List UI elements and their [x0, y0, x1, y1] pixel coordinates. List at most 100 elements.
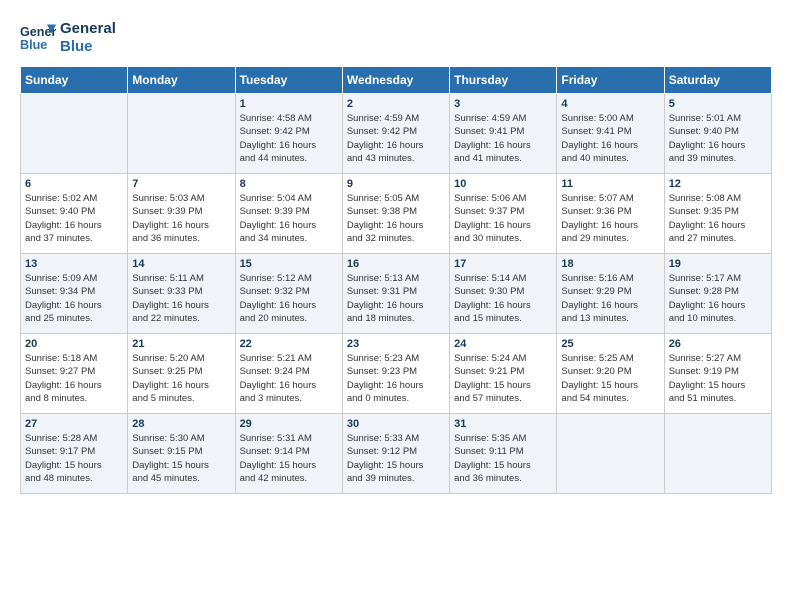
day-header-tuesday: Tuesday [235, 67, 342, 94]
calendar-cell: 21Sunrise: 5:20 AM Sunset: 9:25 PM Dayli… [128, 334, 235, 414]
day-number: 29 [240, 418, 338, 430]
day-number: 26 [669, 338, 767, 350]
day-info: Sunrise: 5:30 AM Sunset: 9:15 PM Dayligh… [132, 432, 230, 485]
day-info: Sunrise: 5:07 AM Sunset: 9:36 PM Dayligh… [561, 192, 659, 245]
calendar-cell: 16Sunrise: 5:13 AM Sunset: 9:31 PM Dayli… [342, 254, 449, 334]
day-info: Sunrise: 5:01 AM Sunset: 9:40 PM Dayligh… [669, 112, 767, 165]
logo: General Blue GeneralBlue [20, 20, 116, 56]
calendar-cell: 10 Sunrise: 5:06 AM Sunset: 9:37 PM Dayli… [450, 174, 557, 254]
day-number: 11 [561, 178, 659, 190]
svg-text:Blue: Blue [20, 38, 47, 52]
day-info: Sunrise: 5:24 AM Sunset: 9:21 PM Dayligh… [454, 352, 552, 405]
day-info: Sunrise: 5:20 AM Sunset: 9:25 PM Dayligh… [132, 352, 230, 405]
calendar-cell: 1 Sunrise: 4:58 AM Sunset: 9:42 PM Daylig… [235, 94, 342, 174]
day-info: Sunrise: 5:04 AM Sunset: 9:39 PM Dayligh… [240, 192, 338, 245]
day-info: Sunrise: 5:08 AM Sunset: 9:35 PM Dayligh… [669, 192, 767, 245]
day-number: 24 [454, 338, 552, 350]
calendar-table: SundayMondayTuesdayWednesdayThursdayFrid… [20, 66, 772, 494]
calendar-cell: 11 Sunrise: 5:07 AM Sunset: 9:36 PM Dayli… [557, 174, 664, 254]
calendar-cell [21, 94, 128, 174]
day-number: 18 [561, 258, 659, 270]
day-info: Sunrise: 5:02 AM Sunset: 9:40 PM Dayligh… [25, 192, 123, 245]
calendar-week-2: 6Sunrise: 5:02 AM Sunset: 9:40 PM Daylig… [21, 174, 772, 254]
day-info: Sunrise: 4:59 AM Sunset: 9:42 PM Dayligh… [347, 112, 445, 165]
day-number: 2 [347, 98, 445, 110]
day-info: Sunrise: 5:13 AM Sunset: 9:31 PM Dayligh… [347, 272, 445, 325]
calendar-cell [664, 414, 771, 494]
day-number: 4 [561, 98, 659, 110]
calendar-cell: 22 Sunrise: 5:21 AM Sunset: 9:24 PM Dayli… [235, 334, 342, 414]
day-number: 22 [240, 338, 338, 350]
day-info: Sunrise: 5:00 AM Sunset: 9:41 PM Dayligh… [561, 112, 659, 165]
calendar-cell: 15Sunrise: 5:12 AM Sunset: 9:32 PM Dayli… [235, 254, 342, 334]
calendar-week-3: 13 Sunrise: 5:09 AM Sunset: 9:34 PM Dayli… [21, 254, 772, 334]
calendar-cell: 4 Sunrise: 5:00 AM Sunset: 9:41 PM Daylig… [557, 94, 664, 174]
page-header: General Blue GeneralBlue [20, 20, 772, 56]
day-info: Sunrise: 5:03 AM Sunset: 9:39 PM Dayligh… [132, 192, 230, 245]
calendar-cell: 13 Sunrise: 5:09 AM Sunset: 9:34 PM Dayli… [21, 254, 128, 334]
calendar-cell: 3 Sunrise: 4:59 AM Sunset: 9:41 PM Daylig… [450, 94, 557, 174]
calendar-cell: 30 Sunrise: 5:33 AM Sunset: 9:12 PM Dayli… [342, 414, 449, 494]
calendar-cell [128, 94, 235, 174]
calendar-cell: 19 Sunrise: 5:17 AM Sunset: 9:28 PM Dayli… [664, 254, 771, 334]
calendar-cell: 5 Sunrise: 5:01 AM Sunset: 9:40 PM Daylig… [664, 94, 771, 174]
day-info: Sunrise: 5:33 AM Sunset: 9:12 PM Dayligh… [347, 432, 445, 485]
day-number: 27 [25, 418, 123, 430]
day-info: Sunrise: 5:11 AM Sunset: 9:33 PM Dayligh… [132, 272, 230, 325]
day-header-friday: Friday [557, 67, 664, 94]
day-number: 30 [347, 418, 445, 430]
day-info: Sunrise: 5:18 AM Sunset: 9:27 PM Dayligh… [25, 352, 123, 405]
calendar-cell: 29 Sunrise: 5:31 AM Sunset: 9:14 PM Dayli… [235, 414, 342, 494]
calendar-cell: 2 Sunrise: 4:59 AM Sunset: 9:42 PM Daylig… [342, 94, 449, 174]
day-number: 19 [669, 258, 767, 270]
calendar-cell: 20 Sunrise: 5:18 AM Sunset: 9:27 PM Dayli… [21, 334, 128, 414]
calendar-cell: 31 Sunrise: 5:35 AM Sunset: 9:11 PM Dayli… [450, 414, 557, 494]
day-number: 1 [240, 98, 338, 110]
calendar-cell: 24 Sunrise: 5:24 AM Sunset: 9:21 PM Dayli… [450, 334, 557, 414]
day-info: Sunrise: 5:09 AM Sunset: 9:34 PM Dayligh… [25, 272, 123, 325]
day-info: Sunrise: 5:05 AM Sunset: 9:38 PM Dayligh… [347, 192, 445, 245]
day-info: Sunrise: 5:14 AM Sunset: 9:30 PM Dayligh… [454, 272, 552, 325]
day-number: 3 [454, 98, 552, 110]
calendar-week-5: 27 Sunrise: 5:28 AM Sunset: 9:17 PM Dayli… [21, 414, 772, 494]
day-info: Sunrise: 5:16 AM Sunset: 9:29 PM Dayligh… [561, 272, 659, 325]
day-header-thursday: Thursday [450, 67, 557, 94]
calendar-header: SundayMondayTuesdayWednesdayThursdayFrid… [21, 67, 772, 94]
day-info: Sunrise: 5:17 AM Sunset: 9:28 PM Dayligh… [669, 272, 767, 325]
day-header-sunday: Sunday [21, 67, 128, 94]
calendar-cell: 12 Sunrise: 5:08 AM Sunset: 9:35 PM Dayli… [664, 174, 771, 254]
day-info: Sunrise: 5:31 AM Sunset: 9:14 PM Dayligh… [240, 432, 338, 485]
day-number: 5 [669, 98, 767, 110]
logo-icon: General Blue [20, 20, 56, 56]
day-info: Sunrise: 5:27 AM Sunset: 9:19 PM Dayligh… [669, 352, 767, 405]
day-info: Sunrise: 4:59 AM Sunset: 9:41 PM Dayligh… [454, 112, 552, 165]
calendar-cell: 9 Sunrise: 5:05 AM Sunset: 9:38 PM Daylig… [342, 174, 449, 254]
day-info: Sunrise: 5:06 AM Sunset: 9:37 PM Dayligh… [454, 192, 552, 245]
calendar-cell: 6Sunrise: 5:02 AM Sunset: 9:40 PM Daylig… [21, 174, 128, 254]
day-info: Sunrise: 5:35 AM Sunset: 9:11 PM Dayligh… [454, 432, 552, 485]
day-number: 14 [132, 258, 230, 270]
day-header-wednesday: Wednesday [342, 67, 449, 94]
day-number: 10 [454, 178, 552, 190]
calendar-cell: 18 Sunrise: 5:16 AM Sunset: 9:29 PM Dayli… [557, 254, 664, 334]
calendar-week-4: 20 Sunrise: 5:18 AM Sunset: 9:27 PM Dayli… [21, 334, 772, 414]
day-header-monday: Monday [128, 67, 235, 94]
calendar-cell: 8Sunrise: 5:04 AM Sunset: 9:39 PM Daylig… [235, 174, 342, 254]
day-info: Sunrise: 5:28 AM Sunset: 9:17 PM Dayligh… [25, 432, 123, 485]
day-number: 25 [561, 338, 659, 350]
day-header-saturday: Saturday [664, 67, 771, 94]
day-number: 31 [454, 418, 552, 430]
day-number: 7 [132, 178, 230, 190]
day-number: 9 [347, 178, 445, 190]
day-info: Sunrise: 5:21 AM Sunset: 9:24 PM Dayligh… [240, 352, 338, 405]
day-number: 12 [669, 178, 767, 190]
day-info: Sunrise: 4:58 AM Sunset: 9:42 PM Dayligh… [240, 112, 338, 165]
calendar-cell [557, 414, 664, 494]
day-number: 13 [25, 258, 123, 270]
calendar-cell: 28Sunrise: 5:30 AM Sunset: 9:15 PM Dayli… [128, 414, 235, 494]
calendar-cell: 25 Sunrise: 5:25 AM Sunset: 9:20 PM Dayli… [557, 334, 664, 414]
calendar-cell: 27 Sunrise: 5:28 AM Sunset: 9:17 PM Dayli… [21, 414, 128, 494]
day-number: 20 [25, 338, 123, 350]
day-info: Sunrise: 5:12 AM Sunset: 9:32 PM Dayligh… [240, 272, 338, 325]
day-info: Sunrise: 5:25 AM Sunset: 9:20 PM Dayligh… [561, 352, 659, 405]
